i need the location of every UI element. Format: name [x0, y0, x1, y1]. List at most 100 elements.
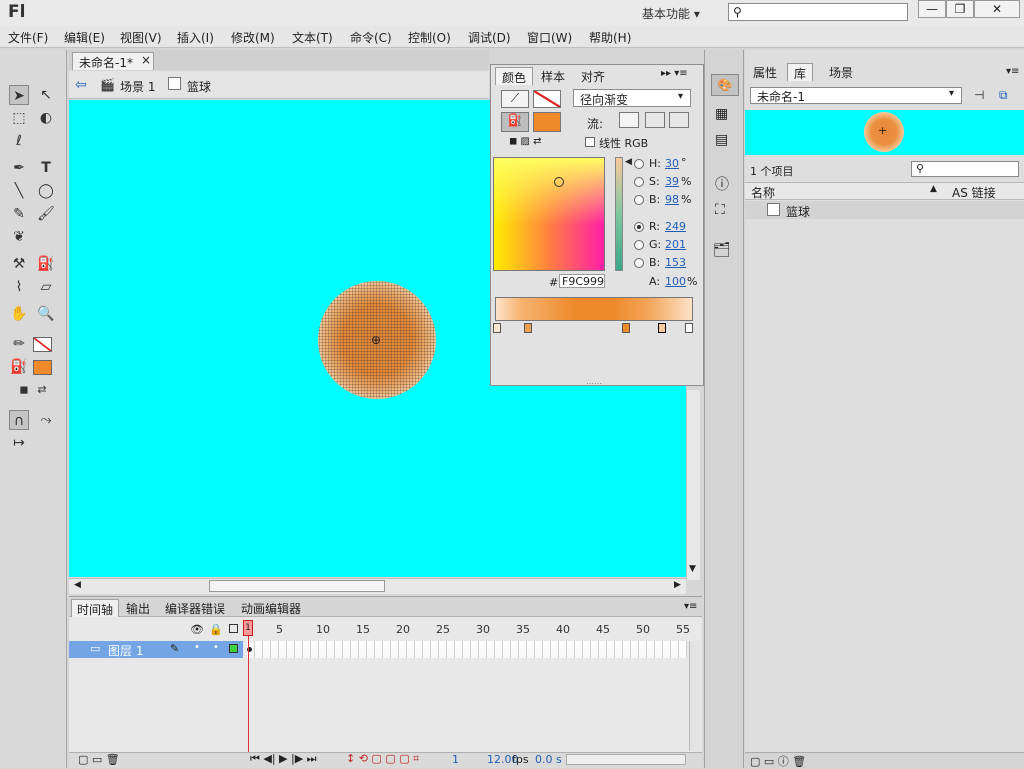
fill-color-swatch[interactable] — [33, 360, 52, 375]
scroll-down-icon[interactable]: ▼ — [689, 564, 696, 574]
h-value[interactable]: 30 — [665, 157, 679, 170]
fill-bucket-icon[interactable]: ⛽ — [501, 112, 529, 132]
lock-icon[interactable]: 🔒 — [209, 623, 223, 636]
gradient-stop[interactable] — [622, 323, 630, 333]
color-panel-icon[interactable]: 🎨 — [711, 74, 739, 96]
library-footer-icons[interactable]: ▢ ▭ ⓘ 🗑 — [750, 753, 806, 769]
flow-reflect-button[interactable] — [645, 112, 665, 128]
panel-menu-icon[interactable]: ▾≡ — [1006, 66, 1019, 77]
text-tool-icon[interactable]: T — [36, 158, 56, 178]
layer-color-box[interactable] — [229, 644, 238, 653]
stroke-color-icon[interactable]: ✏ — [9, 334, 29, 354]
brightness-slider[interactable] — [615, 157, 623, 271]
b-radio[interactable] — [634, 195, 644, 205]
blue-radio[interactable] — [634, 258, 644, 268]
h-radio[interactable] — [634, 159, 644, 169]
panel-menu-icon[interactable]: ▸▸ ▾≡ — [661, 68, 688, 79]
line-tool-icon[interactable]: ╲ — [9, 181, 29, 201]
column-linkage[interactable]: AS 链接 — [952, 184, 996, 201]
deco-tool-icon[interactable]: ❦ — [9, 227, 29, 247]
lasso-tool-icon[interactable]: ℓ — [9, 131, 29, 151]
layer-name[interactable]: 图层 1 — [108, 642, 143, 659]
close-icon[interactable]: × — [141, 53, 151, 67]
scroll-right-icon[interactable]: ▶ — [674, 580, 681, 590]
blue-value[interactable]: 153 — [665, 256, 686, 269]
eraser-tool-icon[interactable]: ▱ — [36, 277, 56, 297]
help-search-input[interactable]: ⚲ — [728, 3, 908, 21]
new-layer-icons[interactable]: ▢ ▭ 🗑 — [78, 753, 120, 766]
fill-color-icon[interactable]: ⛽ — [9, 357, 29, 377]
timeline-horizontal-scrollbar[interactable] — [566, 754, 686, 765]
selection-tool-icon[interactable]: ➤ — [9, 85, 29, 105]
gradient-bar[interactable] — [495, 297, 693, 321]
tab-timeline[interactable]: 时间轴 — [71, 599, 120, 617]
menu-view[interactable]: 视图(V) — [120, 29, 162, 46]
align-panel-icon[interactable]: ▤ — [715, 132, 728, 148]
library-document-select[interactable]: 未命名-1 ▾ — [750, 87, 962, 104]
stroke-color-swatch[interactable] — [33, 337, 52, 352]
tab-motion-editor[interactable]: 动画编辑器 — [236, 599, 306, 617]
menu-edit[interactable]: 编辑(E) — [64, 29, 105, 46]
menu-insert[interactable]: 插入(I) — [177, 29, 214, 46]
smooth-icon[interactable]: ⤳ — [36, 410, 56, 430]
spectrum-picker[interactable] — [554, 177, 564, 187]
subselection-tool-icon[interactable]: ↖ — [36, 85, 56, 105]
tab-swatches[interactable]: 样本 — [535, 67, 571, 85]
default-colors-icon[interactable]: ◼ ▨ ⇄ — [509, 136, 542, 147]
onion-skin-icons[interactable]: ↕ ⟲ ▢ ▢ ▢ ⌗ — [346, 752, 419, 766]
minimize-button[interactable]: — — [918, 0, 946, 18]
pin-icon[interactable]: ⊣ — [974, 88, 984, 102]
linear-rgb-checkbox[interactable] — [585, 137, 595, 147]
g-value[interactable]: 201 — [665, 238, 686, 251]
pencil-icon[interactable]: ✎ — [170, 642, 179, 655]
fill-type-select[interactable]: 径向渐变 ▾ — [573, 89, 691, 107]
info-panel-icon[interactable]: ⓘ — [715, 174, 729, 194]
flow-extend-button[interactable] — [619, 112, 639, 128]
s-radio[interactable] — [634, 177, 644, 187]
outline-icon[interactable] — [229, 624, 238, 633]
playhead[interactable]: 1 — [243, 620, 253, 636]
library-search-input[interactable]: ⚲ — [911, 161, 1019, 177]
menu-modify[interactable]: 修改(M) — [231, 29, 275, 46]
eyedropper-tool-icon[interactable]: ⌇ — [9, 277, 29, 297]
panel-menu-icon[interactable]: ▾≡ — [684, 601, 697, 612]
column-name[interactable]: 名称 — [751, 184, 775, 201]
pencil-tool-icon[interactable]: ✎ — [9, 204, 29, 224]
menu-control[interactable]: 控制(O) — [408, 29, 451, 46]
swap-colors-icon[interactable]: ⇄ — [32, 380, 52, 400]
r-radio[interactable] — [634, 222, 644, 232]
alpha-value[interactable]: 100 — [665, 275, 686, 288]
tab-compiler-errors[interactable]: 编译器错误 — [160, 599, 230, 617]
tab-color[interactable]: 颜色 — [495, 67, 534, 85]
playback-controls[interactable]: ⏮ ◀| ▶ |▶ ⏭ — [250, 752, 317, 766]
fill-color-swatch[interactable] — [533, 112, 561, 132]
gradient-stop[interactable] — [493, 323, 501, 333]
hand-tool-icon[interactable]: ✋ — [9, 304, 29, 324]
pen-tool-icon[interactable]: ✒ — [9, 158, 29, 178]
back-arrow-icon[interactable]: ⇦ — [75, 77, 87, 93]
stroke-color-icon[interactable]: ⟋ — [501, 90, 529, 108]
visibility-dot[interactable]: • — [194, 642, 200, 653]
horizontal-scroll-thumb[interactable] — [209, 580, 385, 592]
default-colors-icon[interactable]: ◼ — [14, 380, 34, 400]
color-spectrum[interactable] — [493, 157, 605, 271]
g-radio[interactable] — [634, 240, 644, 250]
hex-input[interactable]: F9C999 — [559, 274, 605, 288]
new-library-icon[interactable]: ⧉ — [999, 88, 1008, 103]
breadcrumb-symbol[interactable]: 篮球 — [187, 78, 211, 95]
menu-commands[interactable]: 命令(C) — [350, 29, 392, 46]
paint-bucket-tool-icon[interactable]: ⛽ — [36, 254, 56, 274]
transform-panel-icon[interactable]: ⛶ — [715, 202, 725, 218]
tab-library[interactable]: 库 — [787, 63, 814, 81]
menu-window[interactable]: 窗口(W) — [527, 29, 572, 46]
document-tab[interactable]: 未命名-1* × — [72, 52, 154, 70]
s-value[interactable]: 39 — [665, 175, 679, 188]
oval-tool-icon[interactable]: ◯ — [36, 181, 56, 201]
tab-output[interactable]: 输出 — [121, 599, 155, 617]
stage-vertical-scrollbar[interactable] — [686, 390, 700, 580]
lock-dot[interactable]: • — [213, 642, 219, 653]
eye-icon[interactable]: 👁 — [190, 623, 204, 636]
sort-up-icon[interactable]: ▲ — [930, 184, 937, 194]
close-button[interactable]: ✕ — [974, 0, 1020, 18]
stroke-color-swatch[interactable] — [533, 90, 561, 108]
